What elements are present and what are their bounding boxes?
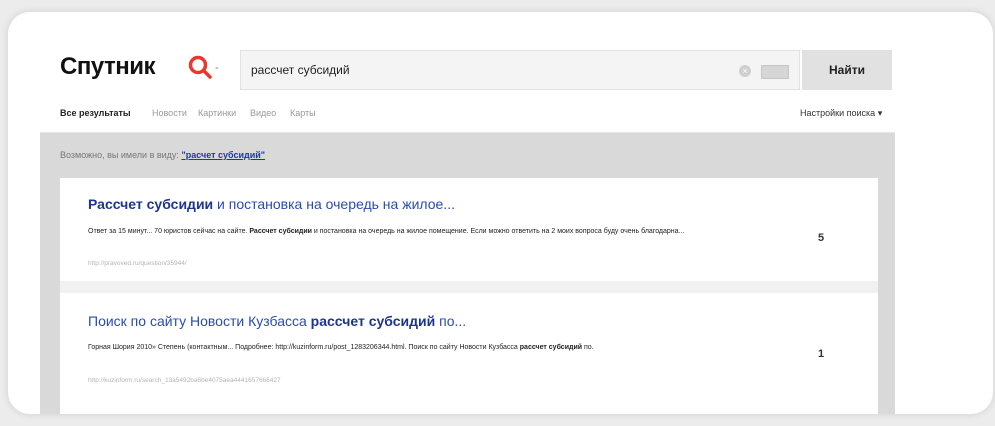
clear-icon[interactable]: × <box>739 65 751 77</box>
search-page: Спутник - × Найти Все результаты Новости… <box>40 36 895 414</box>
result-item: Поиск по сайту Новости Кузбасса рассчет … <box>60 293 878 414</box>
tab-maps[interactable]: Карты <box>290 108 316 118</box>
result-title-bold: рассчет субсидий <box>310 313 436 329</box>
tabs-bar: Все результаты Новости Картинки Видео Ка… <box>40 91 895 133</box>
result-url[interactable]: http://kuzinform.ru/search_13a5492ba6be4… <box>88 377 281 384</box>
tab-all-results[interactable]: Все результаты <box>60 108 131 118</box>
suggestion-link[interactable]: "расчет субсидий" <box>181 150 265 160</box>
result-count: 5 <box>818 232 825 244</box>
result-divider <box>60 281 878 293</box>
spelling-suggestion: Возможно, вы имели в виду: "расчет субси… <box>60 150 265 160</box>
results-list: Рассчет субсидии и постановка на очередь… <box>60 178 878 414</box>
logo-menu-dash[interactable]: - <box>215 62 219 74</box>
result-title-bold: Рассчет субсидии <box>88 196 214 212</box>
result-item: Рассчет субсидии и постановка на очередь… <box>60 178 878 281</box>
search-settings[interactable]: Настройки поиска ▾ <box>800 108 882 119</box>
tab-news[interactable]: Новости <box>152 108 187 118</box>
logo[interactable]: Спутник <box>60 53 155 81</box>
header: Спутник - × Найти <box>40 36 895 91</box>
result-title[interactable]: Рассчет субсидии и постановка на очередь… <box>88 196 455 212</box>
tab-images[interactable]: Картинки <box>198 108 236 118</box>
search-input[interactable] <box>251 61 691 79</box>
result-snippet: Горная Шория 2010» Степень (контактным..… <box>88 342 698 354</box>
keyboard-icon[interactable] <box>761 65 789 79</box>
result-snippet: Ответ за 15 минут... 70 юристов сейчас н… <box>88 226 698 238</box>
result-title-rest: по... <box>435 313 467 329</box>
search-button[interactable]: Найти <box>802 50 892 90</box>
screenshot-card: Спутник - × Найти Все результаты Новости… <box>8 12 993 414</box>
search-settings-label: Настройки поиска <box>800 108 876 118</box>
suggestion-prefix: Возможно, вы имели в виду: <box>60 150 179 160</box>
snippet-bold: Рассчет субсидии <box>249 228 312 235</box>
tab-video[interactable]: Видео <box>250 108 276 118</box>
snippet-text: по. <box>582 344 594 351</box>
magnifier-logo-icon[interactable] <box>188 55 212 79</box>
result-title[interactable]: Поиск по сайту Новости Кузбасса рассчет … <box>88 313 466 329</box>
snippet-text: Ответ за 15 минут... 70 юристов сейчас н… <box>88 228 250 235</box>
snippet-text: и постановка на очередь на жилое помещен… <box>311 228 685 235</box>
snippet-text: Горная Шория 2010» Степень (контактным..… <box>88 344 520 351</box>
result-title-rest: и постановка на очередь на жилое... <box>213 196 455 212</box>
snippet-bold: рассчет субсидий <box>519 344 583 351</box>
chevron-down-icon: ▾ <box>877 108 883 118</box>
result-title-pre: Поиск по сайту Новости Кузбасса <box>88 313 311 329</box>
result-url[interactable]: http://pravoved.ru/question/35944/ <box>88 260 187 267</box>
result-count: 1 <box>818 348 825 360</box>
search-box: × <box>240 50 800 90</box>
